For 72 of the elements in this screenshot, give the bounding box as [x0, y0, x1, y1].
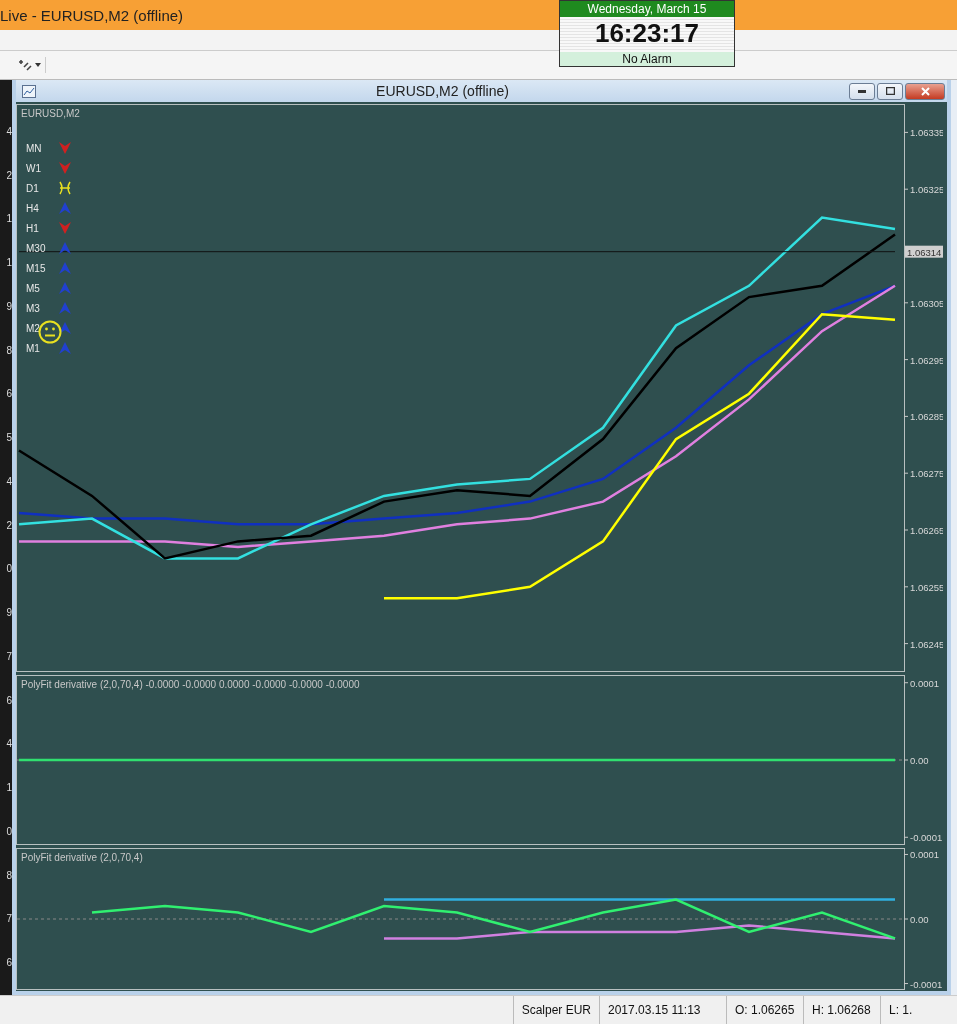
axis-fragment: 8	[6, 345, 12, 356]
axis-fragment: 5	[6, 433, 12, 444]
symbol-label: EURUSD,M2	[21, 108, 80, 119]
axis-fragment: 1	[6, 783, 12, 794]
maximize-icon	[885, 87, 895, 95]
status-field: O: 1.06265	[726, 996, 803, 1024]
axis-fragment: 1	[6, 258, 12, 269]
axis-label: 0.0001	[910, 849, 940, 861]
axis-fragment: 4	[6, 126, 12, 137]
arrow-down-icon	[58, 161, 72, 175]
chart-window-icon	[22, 84, 36, 98]
arrow-up-icon	[58, 341, 72, 355]
axis-fragment: 1	[6, 214, 12, 225]
status-field: 2017.03.15 11:13	[599, 996, 726, 1024]
timeframe-label: H4	[26, 202, 40, 214]
timeframe-label: W1	[26, 162, 42, 174]
minimize-button[interactable]	[849, 82, 875, 100]
timeframe-label: D1	[26, 182, 40, 194]
timeframe-label: H1	[26, 222, 40, 234]
timeframe-label: M30	[26, 242, 47, 254]
axis-label: -0.0001	[910, 832, 943, 844]
status-field: L: 1.	[880, 996, 957, 1024]
alarm-status: No Alarm	[560, 52, 734, 66]
crossed-arcs-icon	[58, 181, 72, 195]
chart-window-title: EURUSD,M2 (offline)	[376, 83, 509, 99]
arrow-up-icon	[58, 261, 72, 275]
axis-fragment: 7	[6, 914, 12, 925]
maximize-button[interactable]	[877, 82, 903, 100]
axis-fragment: 6	[6, 695, 12, 706]
axis-label: 0.00	[910, 755, 929, 766]
axis-fragment: 8	[6, 870, 12, 881]
axis-fragment: 9	[6, 301, 12, 312]
indicator-title: PolyFit derivative (2,0,70,4) -0.0000 -0.0000 0.0000 -0.0000 -0.0000 -0.0000	[21, 679, 360, 690]
axis-fragment: 4	[6, 476, 12, 487]
axis-fragment: 4	[6, 739, 12, 750]
close-icon	[920, 86, 930, 96]
timeframe-label: M2	[26, 322, 41, 334]
timeframe-label: M15	[26, 262, 47, 274]
arrow-up-icon	[58, 241, 72, 255]
indicator-title: PolyFit derivative (2,0,70,4)	[21, 852, 143, 863]
axis-label: 0.00	[910, 914, 929, 925]
axis-fragment: 6	[6, 958, 12, 969]
arrow-up-icon	[58, 281, 72, 295]
timeframe-label: M3	[26, 302, 41, 314]
caret-icon	[35, 63, 41, 67]
arrow-down-icon	[58, 221, 72, 235]
tools-icon	[18, 59, 32, 71]
axis-fragment: 2	[6, 170, 12, 181]
timeframe-label: M1	[26, 342, 41, 354]
minimize-icon	[858, 89, 866, 93]
arrow-down-icon	[58, 141, 72, 155]
axis-fragment: 6	[6, 389, 12, 400]
axis-fragment: 9	[6, 608, 12, 619]
timeframe-label: MN	[26, 142, 43, 154]
axis-fragment: 0	[6, 564, 12, 575]
status-field: H: 1.06268	[803, 996, 880, 1024]
smiley-icon	[38, 320, 62, 344]
arrow-up-icon	[58, 321, 72, 335]
arrow-up-icon	[58, 201, 72, 215]
axis-fragment: 0	[6, 826, 12, 837]
arrow-up-icon	[58, 301, 72, 315]
axis-fragment: 2	[6, 520, 12, 531]
axis-label: 0.0001	[910, 677, 940, 689]
axis-fragment: 7	[6, 651, 12, 662]
close-button[interactable]	[905, 82, 945, 100]
timeframe-label: M5	[26, 282, 41, 294]
clock-date: Wednesday, March 15	[560, 1, 734, 17]
current-price-tag: 1.06314	[905, 245, 943, 258]
status-field: Scalper EUR	[512, 996, 599, 1024]
clock-time: 16:23:17	[560, 17, 734, 52]
axis-label: -0.0001	[910, 978, 943, 990]
app-title: Live - EURUSD,M2 (offline)	[0, 6, 184, 24]
